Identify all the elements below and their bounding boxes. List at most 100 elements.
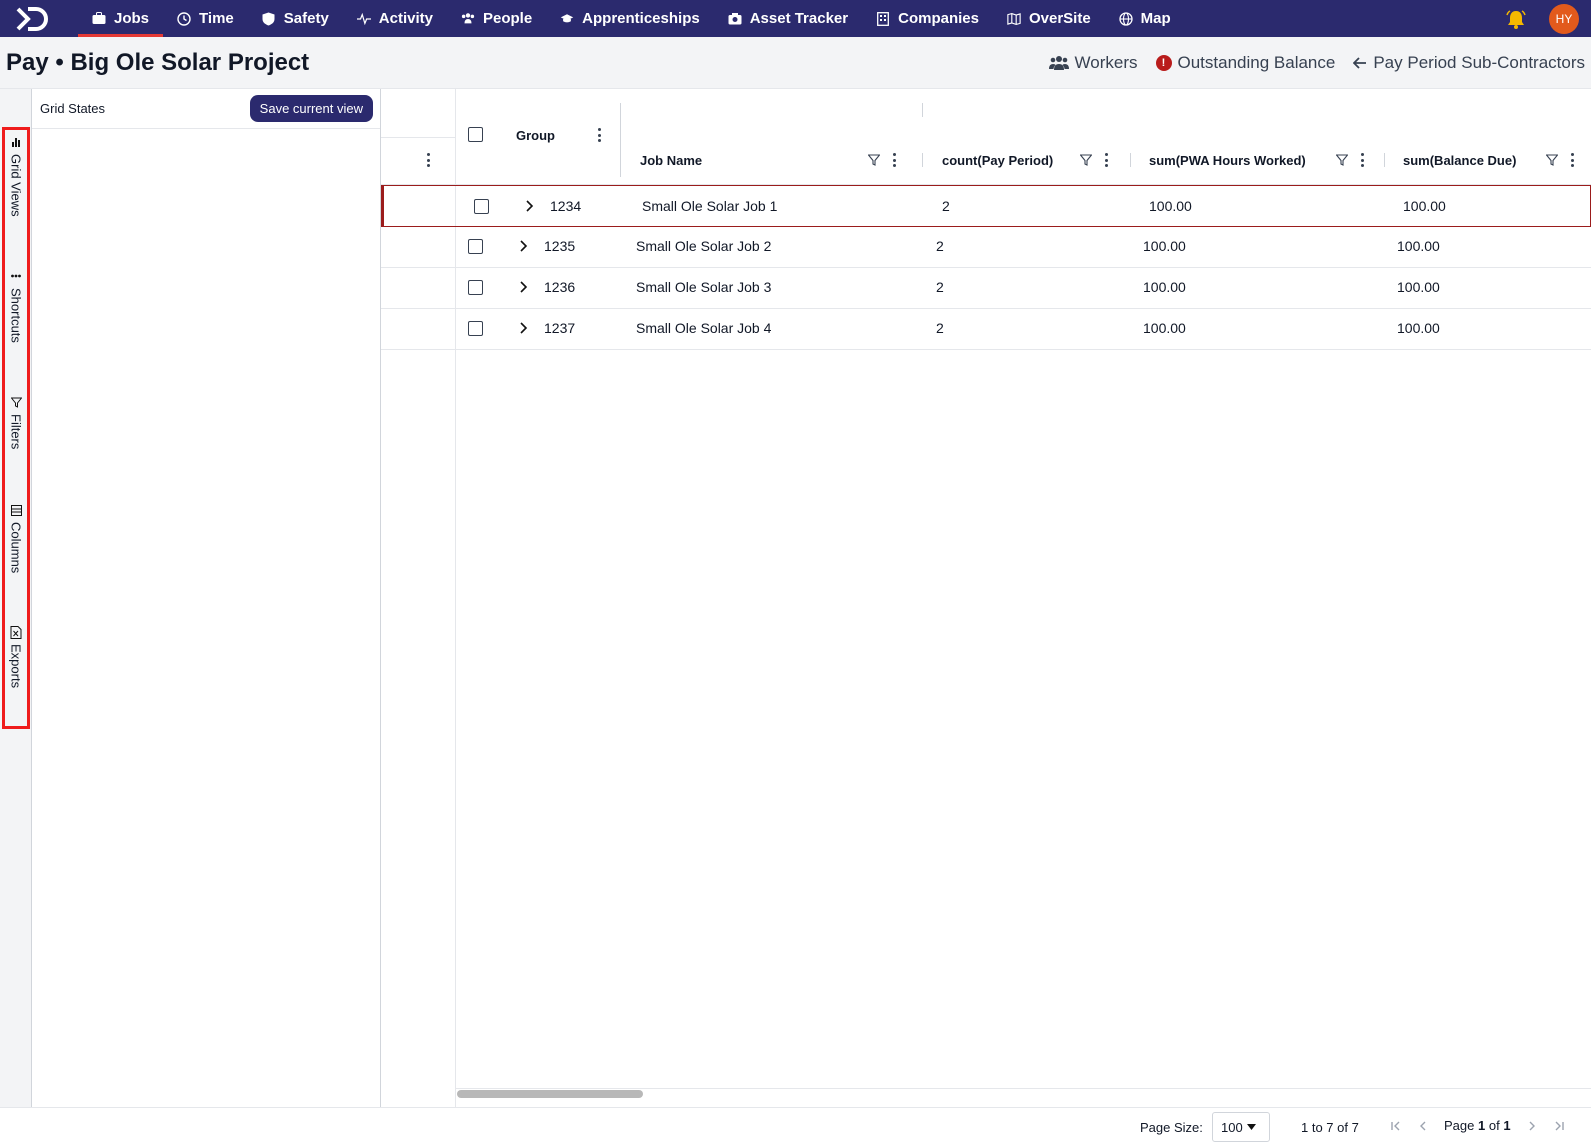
page-header: Pay • Big Ole Solar Project Workers ! Ou… [0, 37, 1591, 89]
cell-hours: 100.00 [1143, 279, 1186, 295]
pinned-column-menu-icon[interactable] [426, 153, 430, 167]
page-size-value: 100 [1221, 1119, 1243, 1135]
side-tabs-highlight: Grid Views Shortcuts Filters Columns Exp… [2, 127, 30, 729]
hours-filter-icon[interactable] [1336, 154, 1348, 166]
arrow-left-icon [1353, 57, 1367, 69]
group-column-menu-icon[interactable] [597, 128, 601, 142]
column-header-hours-worked[interactable]: sum(PWA Hours Worked) [1149, 153, 1306, 168]
nav-item-map[interactable]: Map [1105, 0, 1185, 37]
nav-item-oversite[interactable]: OverSite [993, 0, 1105, 37]
count-filter-icon[interactable] [1080, 154, 1092, 166]
table-row[interactable]: 1234 Small Ole Solar Job 1 2 100.00 100.00 [381, 185, 1591, 227]
nav-item-label: Asset Tracker [749, 10, 849, 27]
column-header-job-name[interactable]: Job Name [640, 153, 702, 168]
cell-job-name: Small Ole Solar Job 1 [642, 198, 778, 214]
cell-group: 1235 [544, 238, 576, 254]
page-total: 1 [1503, 1118, 1511, 1133]
cell-count: 2 [936, 320, 944, 336]
row-checkbox[interactable] [468, 280, 483, 295]
hours-column-menu-icon[interactable] [1360, 153, 1364, 167]
cell-job-name: Small Ole Solar Job 3 [636, 279, 772, 295]
first-page-icon[interactable] [1390, 1120, 1402, 1132]
table-row[interactable]: 1235 Small Ole Solar Job 2 2 100.00 100.00 [381, 226, 1591, 268]
balance-column-menu-icon[interactable] [1570, 153, 1574, 167]
table-row[interactable]: 1236 Small Ole Solar Job 3 2 100.00 100.00 [381, 267, 1591, 309]
subcontractors-label: Pay Period Sub-Contractors [1373, 53, 1585, 72]
job-name-column-menu-icon[interactable] [892, 153, 896, 167]
nav-item-asset-tracker[interactable]: Asset Tracker [714, 0, 862, 37]
caret-down-icon [1246, 1124, 1256, 1130]
nav-item-label: People [482, 10, 533, 27]
app-logo[interactable] [8, 0, 58, 37]
tab-filters[interactable]: Filters [5, 396, 27, 449]
top-navbar: Jobs Time Safety Activity People Apprenticesh… [0, 0, 1591, 37]
count-column-menu-icon[interactable] [1104, 153, 1108, 167]
briefcase-icon [92, 12, 106, 26]
nav-item-time[interactable]: Time [163, 0, 248, 37]
nav-item-label: Jobs [114, 10, 150, 27]
grid-header: Group Job Name count(Pay Period) sum(PWA… [381, 89, 1591, 185]
row-range-text: 1 to 7 of 7 [1301, 1120, 1359, 1135]
column-header-balance-due[interactable]: sum(Balance Due) [1403, 153, 1516, 168]
cell-group: 1236 [544, 279, 576, 295]
subcontractors-link[interactable]: Pay Period Sub-Contractors [1353, 53, 1585, 73]
previous-page-icon[interactable] [1418, 1120, 1428, 1132]
expand-chevron-icon[interactable] [524, 199, 534, 213]
building-icon [876, 11, 890, 26]
column-header-count-pay-period[interactable]: count(Pay Period) [942, 153, 1053, 168]
page-of: of [1488, 1118, 1500, 1133]
pagination-bar: Page Size: 100 1 to 7 of 7 Page 1 of 1 [0, 1107, 1591, 1146]
map-fold-icon [1007, 12, 1021, 26]
nav-item-label: Companies [898, 10, 979, 27]
tab-exports-label: Exports [8, 644, 24, 689]
last-page-icon[interactable] [1553, 1120, 1565, 1132]
tab-exports[interactable]: Exports [5, 625, 27, 689]
tab-grid-views-label: Grid Views [8, 154, 24, 217]
row-checkbox[interactable] [468, 321, 483, 336]
bar-chart-icon [10, 136, 22, 148]
nav-item-people[interactable]: People [447, 0, 546, 37]
job-name-filter-icon[interactable] [868, 154, 880, 166]
nav-item-companies[interactable]: Companies [862, 0, 993, 37]
page-size-select[interactable]: 100 [1212, 1112, 1270, 1142]
save-current-view-button[interactable]: Save current view [249, 95, 373, 122]
outstanding-balance-link[interactable]: ! Outstanding Balance [1155, 53, 1336, 73]
horizontal-scroll-track [456, 1088, 1591, 1089]
workers-link[interactable]: Workers [1048, 53, 1138, 73]
cell-group: 1237 [544, 320, 576, 336]
tab-columns[interactable]: Columns [5, 504, 27, 573]
nav-item-activity[interactable]: Activity [343, 0, 447, 37]
horizontal-scrollbar[interactable] [457, 1090, 643, 1098]
select-all-checkbox[interactable] [468, 127, 483, 142]
data-grid: Group Job Name count(Pay Period) sum(PWA… [381, 89, 1591, 1107]
next-page-icon[interactable] [1527, 1120, 1537, 1132]
row-checkbox[interactable] [474, 199, 489, 214]
tab-shortcuts[interactable]: Shortcuts [5, 270, 27, 343]
user-avatar[interactable]: HY [1549, 3, 1579, 34]
shield-icon [262, 12, 276, 26]
expand-chevron-icon[interactable] [518, 239, 528, 253]
page-size-label: Page Size: [1140, 1120, 1203, 1135]
table-row[interactable]: 1237 Small Ole Solar Job 4 2 100.00 100.00 [381, 308, 1591, 350]
nav-item-safety[interactable]: Safety [248, 0, 343, 37]
cell-count: 2 [942, 198, 950, 214]
expand-chevron-icon[interactable] [518, 321, 528, 335]
people-icon [461, 12, 475, 26]
nav-item-label: Time [199, 10, 234, 27]
nav-item-jobs[interactable]: Jobs [78, 0, 164, 37]
notifications-bell-icon[interactable] [1505, 8, 1527, 30]
column-header-group[interactable]: Group [516, 128, 555, 143]
page-current: 1 [1478, 1118, 1486, 1133]
row-checkbox[interactable] [468, 239, 483, 254]
outstanding-balance-label: Outstanding Balance [1177, 53, 1336, 72]
expand-chevron-icon[interactable] [518, 280, 528, 294]
nav-item-label: OverSite [1028, 10, 1091, 27]
balance-filter-icon[interactable] [1546, 154, 1558, 166]
grid-states-title: Grid States [40, 101, 106, 116]
tab-grid-views[interactable]: Grid Views [5, 136, 27, 217]
nav-item-apprenticeships[interactable]: Apprenticeships [546, 0, 714, 37]
page-prefix: Page [1444, 1118, 1475, 1133]
cell-job-name: Small Ole Solar Job 4 [636, 320, 772, 336]
people-icon [1048, 56, 1069, 70]
dots-icon [10, 270, 22, 282]
